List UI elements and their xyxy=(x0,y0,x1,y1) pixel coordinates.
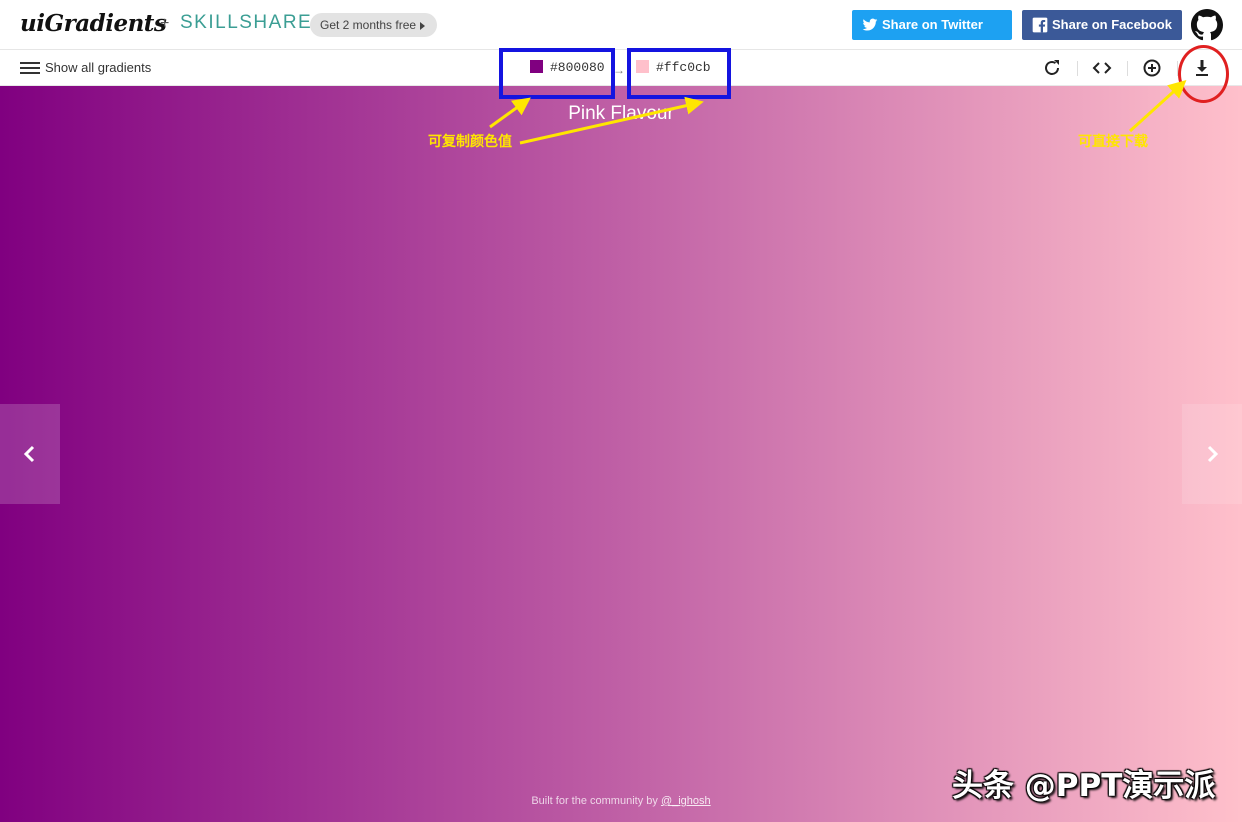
uigradients-logo[interactable]: uiGradients xyxy=(20,10,167,37)
top-header: uiGradients + SKILLSHARE Get 2 months fr… xyxy=(0,0,1242,50)
promo-button[interactable]: Get 2 months free xyxy=(310,13,438,37)
show-all-gradients-label: Show all gradients xyxy=(45,60,152,75)
annotation-box-end-color xyxy=(627,48,731,99)
rotate-icon xyxy=(1045,60,1059,75)
add-gradient-button[interactable] xyxy=(1140,56,1164,80)
watermark: 头条 @PPT演示派 xyxy=(952,768,1216,804)
code-icon xyxy=(1092,62,1112,74)
rotate-gradient-button[interactable] xyxy=(1040,56,1064,80)
chevron-right-icon xyxy=(1207,445,1219,463)
share-facebook-label: Share on Facebook xyxy=(1052,17,1172,32)
annotation-box-start-color xyxy=(499,48,615,99)
previous-gradient-button[interactable] xyxy=(0,404,60,504)
get-css-button[interactable] xyxy=(1090,56,1114,80)
next-gradient-button[interactable] xyxy=(1182,404,1242,504)
hamburger-icon xyxy=(20,62,40,75)
share-twitter-button[interactable]: Share on Twitter xyxy=(852,10,1012,40)
annotation-ring-download xyxy=(1178,45,1229,103)
gradient-name: Pink Flavour xyxy=(568,103,674,124)
skillshare-logo[interactable]: SKILLSHARE xyxy=(180,12,312,34)
toolbar-divider xyxy=(1127,61,1128,76)
footer-text: Built for the community by xyxy=(531,795,658,807)
add-icon xyxy=(1143,59,1161,77)
gradient-toolbar: Show all gradients #800080 → #ffc0cb xyxy=(0,50,1242,86)
footer-author-link[interactable]: @_ighosh xyxy=(661,795,711,807)
share-twitter-label: Share on Twitter xyxy=(882,17,983,32)
gradient-preview xyxy=(0,86,1242,822)
toolbar-divider xyxy=(1077,61,1078,76)
annotation-copy-note: 可复制颜色值 xyxy=(428,134,512,150)
plus-sign: + xyxy=(160,15,170,32)
twitter-icon xyxy=(862,18,878,31)
chevron-left-icon xyxy=(23,445,35,463)
annotation-download-note: 可直接下载 xyxy=(1078,134,1148,150)
facebook-icon xyxy=(1032,17,1048,33)
github-icon[interactable] xyxy=(1191,9,1223,41)
show-all-gradients-button[interactable]: Show all gradients xyxy=(20,59,151,79)
caret-right-icon xyxy=(420,21,426,30)
promo-label: Get 2 months free xyxy=(320,18,417,32)
share-facebook-button[interactable]: Share on Facebook xyxy=(1022,10,1182,40)
